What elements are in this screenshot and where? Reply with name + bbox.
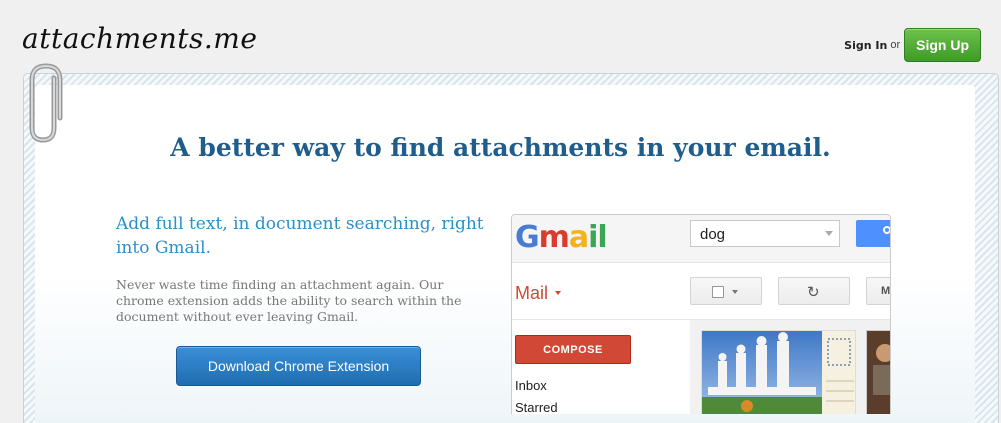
gmail-compose-button: COMPOSE [515, 335, 631, 364]
gmail-sidebar: COMPOSE Inbox Starred [512, 320, 690, 414]
gmail-topbar: Gmail dog [512, 215, 890, 263]
feature-description: Never waste time finding an attachment a… [116, 277, 462, 324]
gmail-logo: Gmail [515, 220, 608, 255]
gmail-search-value: dog [700, 226, 726, 243]
gmail-nav-inbox: Inbox [515, 378, 547, 393]
gmail-more-button: M [866, 277, 891, 305]
attachment-thumbnail [866, 330, 890, 414]
gmail-screenshot: Gmail dog Mail ↻ M COMPOSE Inbox Starred [511, 214, 891, 414]
site-logo[interactable]: attachments.me [22, 22, 257, 55]
chevron-down-icon [825, 231, 833, 236]
attachment-thumbnail [701, 330, 856, 414]
sign-up-button[interactable]: Sign Up [904, 28, 981, 62]
chevron-down-icon [732, 290, 738, 294]
gmail-search-input: dog [690, 220, 840, 247]
gmail-nav-starred: Starred [515, 400, 558, 414]
gmail-more-label: M [881, 285, 891, 297]
download-extension-button[interactable]: Download Chrome Extension [176, 346, 421, 386]
gmail-toolbar: Mail ↻ M [512, 263, 890, 320]
gmail-search-button [856, 220, 890, 247]
gmail-attachment-grid [690, 320, 890, 414]
person-photo [867, 331, 890, 414]
gmail-mail-label: Mail [515, 283, 549, 303]
search-icon [883, 226, 890, 234]
auth-links: Sign In or Sign Up [844, 28, 981, 62]
or-text: or [890, 39, 901, 51]
page-headline: A better way to find attachments in your… [170, 133, 831, 162]
gmail-select-button [690, 277, 762, 305]
chevron-down-icon [555, 291, 561, 295]
gmail-refresh-button: ↻ [778, 277, 850, 305]
feature-subhead: Add full text, in document searching, ri… [116, 214, 484, 258]
sign-in-link[interactable]: Sign In [844, 39, 887, 52]
refresh-icon: ↻ [807, 284, 820, 301]
checkbox-icon [712, 286, 724, 298]
statues-photo [702, 331, 855, 414]
